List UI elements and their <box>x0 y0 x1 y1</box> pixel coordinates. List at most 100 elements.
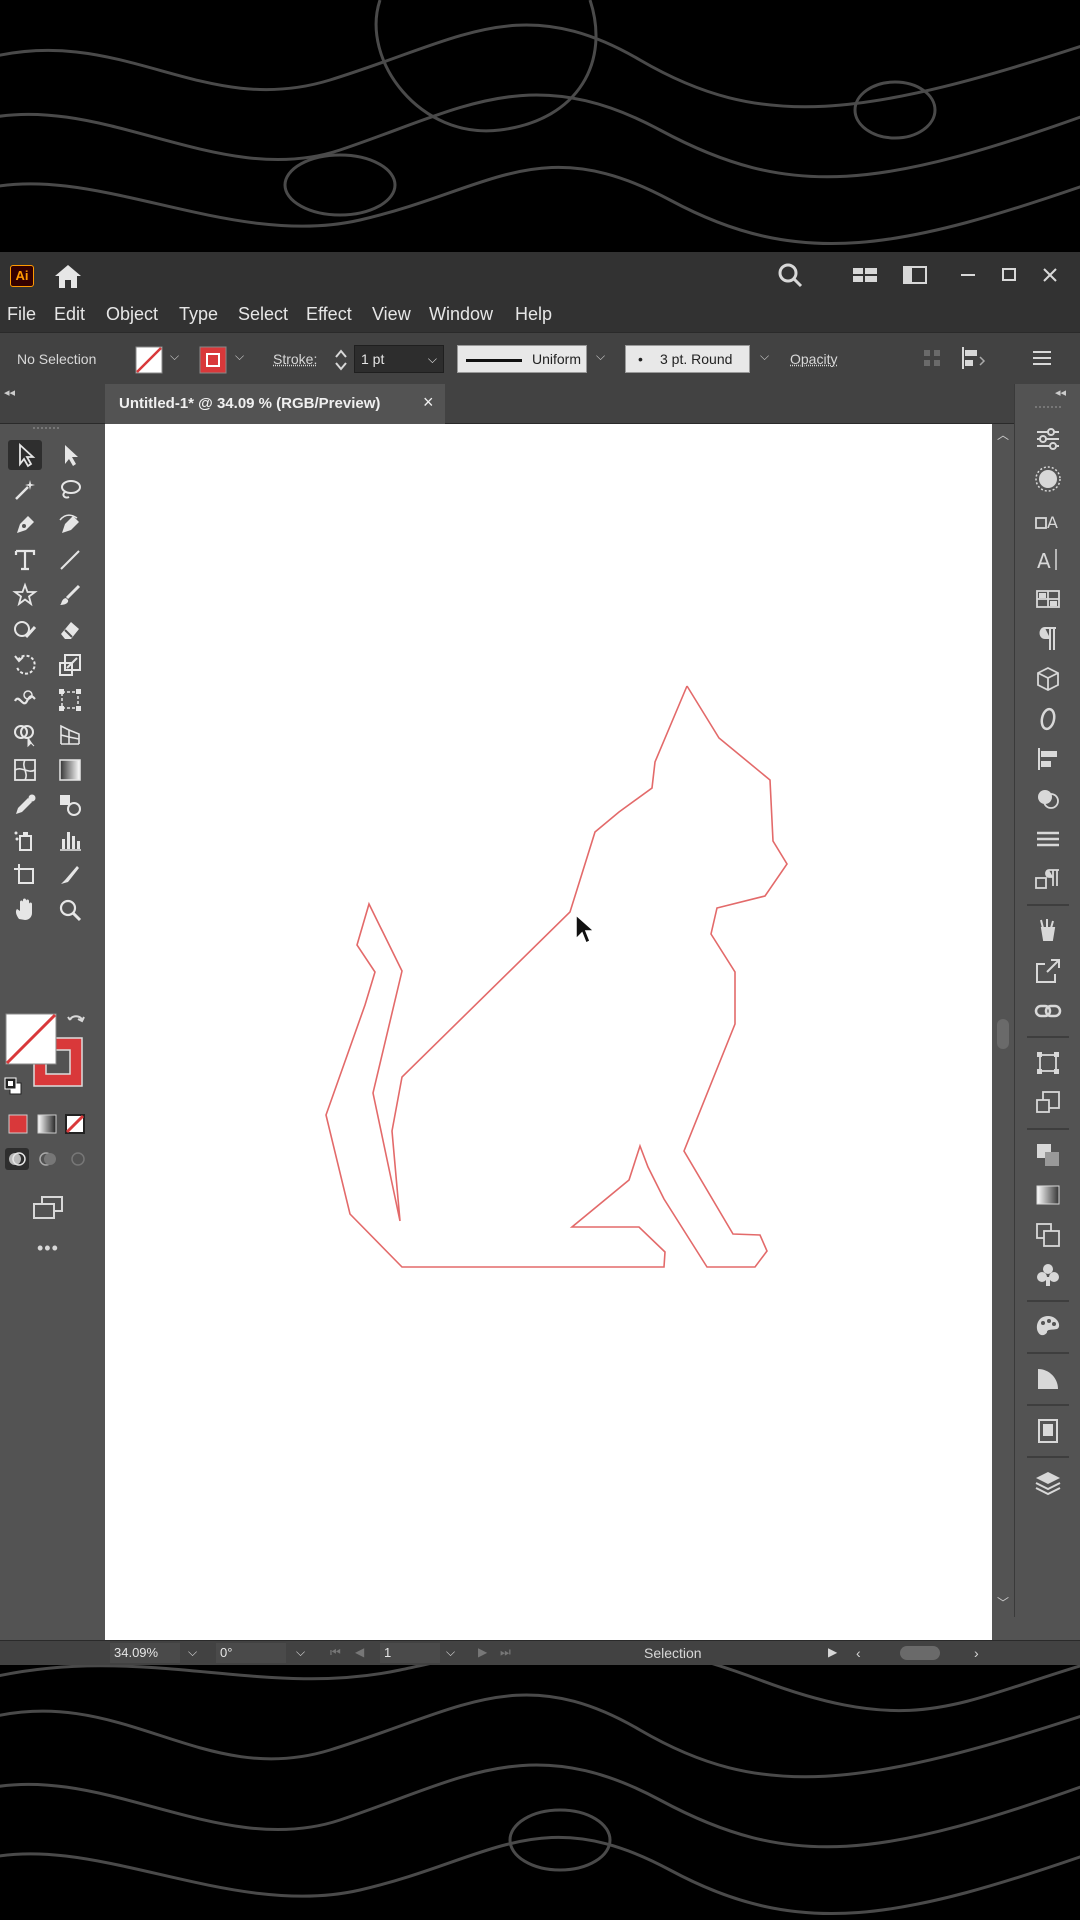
layers-icon[interactable] <box>1033 1468 1063 1498</box>
line-segment-tool[interactable] <box>53 545 87 575</box>
pen-tool[interactable] <box>8 510 42 540</box>
scroll-up-icon[interactable]: ︿ <box>997 426 1009 443</box>
close-icon[interactable] <box>1035 262 1065 288</box>
zoom-dropdown-chevron-icon[interactable]: ⌵ <box>188 1645 197 1660</box>
fill-dropdown-chevron-icon[interactable]: ⌵ <box>170 349 184 367</box>
menu-effect[interactable]: Effect <box>306 304 352 325</box>
stroke-stepper-icon[interactable] <box>333 347 349 373</box>
align-icon[interactable] <box>958 345 988 371</box>
rotation-dropdown-chevron-icon[interactable]: ⌵ <box>296 1645 305 1660</box>
magic-wand-tool[interactable] <box>8 475 42 505</box>
warp-tool[interactable] <box>8 685 42 715</box>
fill-swatch[interactable] <box>135 346 163 374</box>
zoom-tool[interactable] <box>53 895 87 925</box>
stroke-swatch[interactable] <box>199 346 227 374</box>
collapse-tools-icon[interactable]: ◂◂ <box>4 386 15 399</box>
vertical-scroll-thumb[interactable] <box>997 1019 1009 1049</box>
shaper-tool[interactable] <box>8 615 42 645</box>
3d-materials-icon[interactable] <box>1033 664 1063 694</box>
blend-tool[interactable] <box>53 790 87 820</box>
free-transform-tool[interactable] <box>53 685 87 715</box>
menu-view[interactable]: View <box>372 304 411 325</box>
export-icon[interactable] <box>1033 956 1063 986</box>
lasso-tool[interactable] <box>53 475 87 505</box>
artboard-dropdown-chevron-icon[interactable]: ⌵ <box>446 1645 455 1660</box>
paragraph-icon[interactable] <box>1033 624 1063 654</box>
curvature-tool[interactable] <box>53 510 87 540</box>
default-fill-stroke-icon[interactable] <box>3 1076 23 1096</box>
menu-type[interactable]: Type <box>179 304 218 325</box>
scroll-left-icon[interactable]: ‹ <box>856 1645 861 1661</box>
eraser-tool[interactable] <box>53 615 87 645</box>
transform-icon[interactable] <box>1033 1048 1063 1078</box>
workspace-switcher-icon[interactable] <box>850 262 880 288</box>
menu-window[interactable]: Window <box>429 304 493 325</box>
type-tool[interactable] <box>8 545 42 575</box>
menu-file[interactable]: File <box>7 304 36 325</box>
document-tab[interactable]: Untitled-1* @ 34.09 % (RGB/Preview) × <box>105 384 445 424</box>
stroke-panel-icon[interactable] <box>1033 824 1063 854</box>
libraries-icon[interactable] <box>1033 1416 1063 1446</box>
brush-dropdown-chevron-icon[interactable]: ⌵ <box>760 349 774 367</box>
brush-definition-field[interactable]: • 3 pt. Round <box>625 345 750 373</box>
column-graph-tool[interactable] <box>53 825 87 855</box>
links-icon[interactable] <box>1033 996 1063 1026</box>
horizontal-scroll-thumb[interactable] <box>900 1646 940 1660</box>
scale-tool[interactable] <box>53 650 87 680</box>
profile-dropdown-chevron-icon[interactable]: ⌵ <box>596 349 610 367</box>
image-trace-icon[interactable] <box>1033 1364 1063 1394</box>
hand-tool[interactable] <box>8 895 42 925</box>
rotation-field[interactable]: 0° <box>216 1643 286 1663</box>
swap-fill-stroke-icon[interactable] <box>66 1012 88 1034</box>
swatches-palette-icon[interactable] <box>1033 1312 1063 1342</box>
properties-icon[interactable] <box>1033 424 1063 454</box>
menu-select[interactable]: Select <box>238 304 288 325</box>
artboard-number-field[interactable]: 1 <box>380 1643 440 1663</box>
draw-normal-button[interactable] <box>5 1148 29 1170</box>
canvas-area[interactable]: ︿ ﹀ <box>92 424 1014 1640</box>
paragraph-styles-icon[interactable] <box>1033 864 1063 894</box>
stroke-dropdown-chevron-icon[interactable]: ⌵ <box>235 349 249 367</box>
cat-outline-path[interactable] <box>325 685 788 1268</box>
none-mode-button[interactable] <box>65 1114 85 1134</box>
home-icon[interactable] <box>52 262 84 290</box>
draw-inside-icon[interactable] <box>66 1148 90 1170</box>
scroll-down-icon[interactable]: ﹀ <box>997 1594 1009 1611</box>
screen-mode-icon[interactable] <box>30 1194 66 1222</box>
menu-object[interactable]: Object <box>106 304 158 325</box>
more-tools-icon[interactable]: ••• <box>37 1238 59 1259</box>
slice-tool[interactable] <box>53 860 87 890</box>
menu-edit[interactable]: Edit <box>54 304 85 325</box>
symbol-sprayer-tool[interactable] <box>8 825 42 855</box>
artboards-panel-icon[interactable] <box>1033 1088 1063 1118</box>
character-icon[interactable]: A <box>1033 544 1063 574</box>
glyphs-table-icon[interactable] <box>1033 584 1063 614</box>
opentype-icon[interactable] <box>1033 704 1063 734</box>
vertical-scrollbar[interactable]: ︿ ﹀ <box>992 424 1014 1617</box>
symbols-icon[interactable] <box>1033 1260 1063 1290</box>
artboard-tool[interactable] <box>8 860 42 890</box>
document-tab-close-icon[interactable]: × <box>423 392 434 413</box>
draw-behind-icon[interactable] <box>36 1148 60 1170</box>
control-menu-icon[interactable] <box>1030 347 1054 369</box>
puppet-warp-icon[interactable] <box>1033 916 1063 946</box>
arrange-documents-icon[interactable] <box>900 262 930 288</box>
shape-builder-tool[interactable] <box>8 720 42 750</box>
menu-help[interactable]: Help <box>515 304 552 325</box>
selection-tool[interactable] <box>8 440 42 470</box>
stroke-label[interactable]: Stroke: <box>273 351 317 367</box>
zoom-level-field[interactable]: 34.09% <box>110 1643 180 1663</box>
variable-width-profile-field[interactable]: Uniform <box>457 345 587 373</box>
rotate-tool[interactable] <box>8 650 42 680</box>
search-icon[interactable] <box>775 262 805 288</box>
gradient-tool[interactable] <box>53 755 87 785</box>
status-menu-arrow-icon[interactable]: ▶ <box>828 1645 837 1659</box>
character-styles-icon[interactable]: A <box>1033 504 1063 534</box>
star-tool[interactable] <box>8 580 42 610</box>
maximize-icon[interactable] <box>994 262 1024 288</box>
scroll-right-icon[interactable]: › <box>974 1645 979 1661</box>
artboard[interactable] <box>105 424 992 1640</box>
transparency-icon[interactable] <box>1033 1140 1063 1170</box>
paintbrush-tool[interactable] <box>53 580 87 610</box>
gradient-mode-button[interactable] <box>37 1114 57 1134</box>
